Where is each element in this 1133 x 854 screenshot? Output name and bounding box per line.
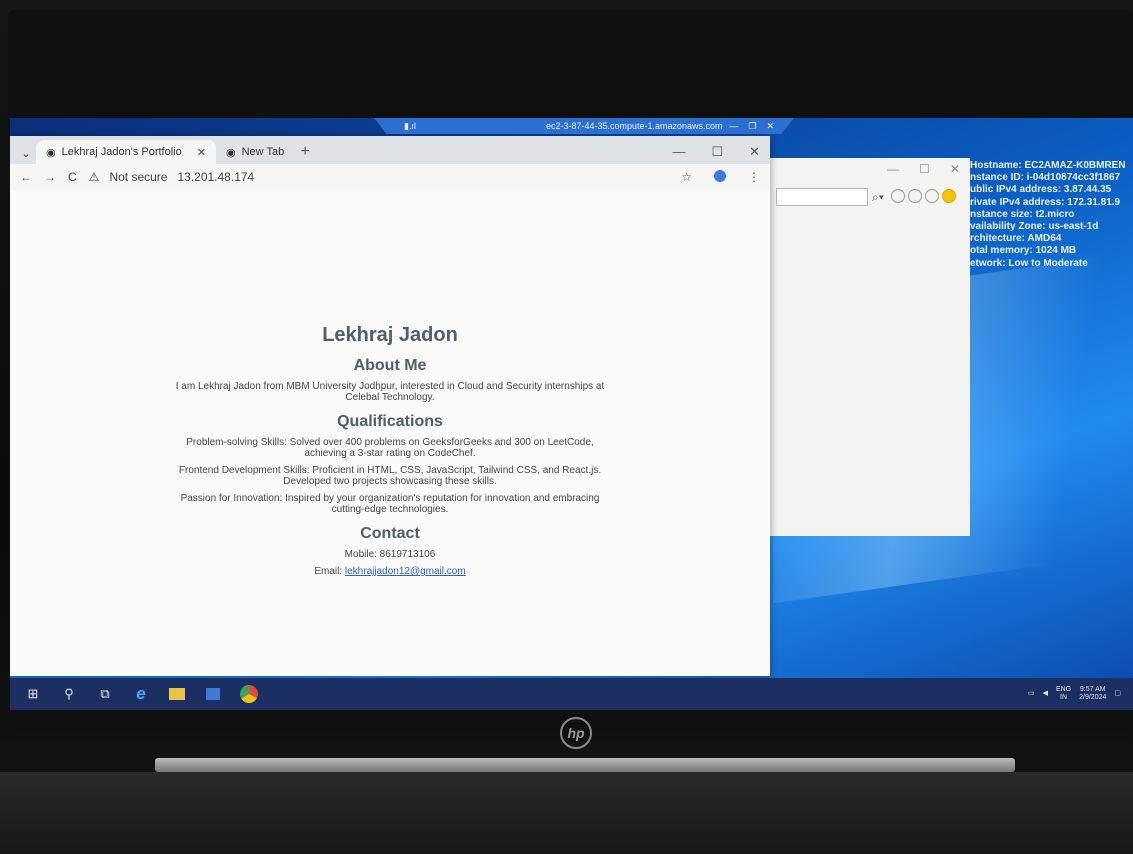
window-controls: — ☐ ✕ — [672, 140, 770, 164]
lang-code: ENG — [1055, 686, 1072, 693]
email-prefix: Email: — [314, 566, 345, 577]
signal-icon: ▮.ıl — [404, 120, 416, 131]
rdp-host-title: ec2-3-87-44-35.compute-1.amazonaws.com — [545, 121, 723, 131]
system-tray: ▭ ◀ ENG IN 9:57 AM 2/9/2024 ▢ — [1028, 686, 1121, 702]
info-line: nstance ID: i-04d10874cc3f1867 — [970, 172, 1121, 184]
about-text: I am Lekhraj Jadon from MBM University J… — [175, 381, 605, 403]
laptop-base — [0, 772, 1133, 854]
tab-portfolio[interactable]: ◉ Lekhraj Jadon's Portfolio ✕ — [36, 140, 216, 164]
menu-icon[interactable]: ⋮ — [748, 170, 760, 184]
remote-desktop-screen: — ☐ ✕ ⌕▾ Hostname: EC2AMAZ-K0BMREN nstan… — [10, 118, 1133, 710]
rdp-connection-bar: ▮.ıl ec2-3-87-44-35.compute-1.amazonaws.… — [374, 118, 794, 134]
forward-icon[interactable]: → — [44, 170, 56, 184]
chrome-window: ⌄ ◉ Lekhraj Jadon's Portfolio ✕ ◉ New Ta… — [10, 136, 770, 676]
language-indicator[interactable]: ENG IN — [1056, 686, 1071, 702]
close-icon[interactable]: ✕ — [766, 121, 774, 132]
qualification-item: Frontend Development Skills: Proficient … — [178, 465, 602, 487]
about-heading: About Me — [353, 357, 427, 374]
ie-address-row: ⌕▾ — [770, 186, 970, 208]
tab-new-tab[interactable]: ◉ New Tab — [216, 140, 294, 164]
tab-strip: ⌄ ◉ Lekhraj Jadon's Portfolio ✕ ◉ New Ta… — [10, 136, 770, 164]
qualification-item: Problem-solving Skills: Solved over 400 … — [186, 437, 594, 459]
info-line: rchitecture: AMD64 — [970, 233, 1062, 245]
info-line: nstance size: t2.micro — [970, 208, 1075, 220]
qualification-item: Passion for Innovation: Inspired by your… — [180, 493, 600, 515]
tab-label: Lekhraj Jadon's Portfolio — [61, 146, 182, 158]
lang-region: IN — [1060, 694, 1068, 701]
page-title: Lekhraj Jadon — [322, 324, 458, 346]
back-icon[interactable]: ← — [20, 170, 32, 184]
not-secure-icon: ⚠ — [88, 170, 100, 184]
info-line: ublic IPv4 address: 3.87.44.35 — [970, 184, 1112, 196]
minimize-icon[interactable]: — — [672, 140, 685, 164]
notifications-icon[interactable]: ▢ — [1114, 690, 1121, 698]
ie-window[interactable]: — ☐ ✕ ⌕▾ — [770, 158, 970, 536]
ie-titlebar: — ☐ ✕ — [770, 158, 970, 186]
info-line: etwork: Low to Moderate — [970, 257, 1088, 269]
tab-search-dropdown-icon[interactable]: ⌄ — [16, 142, 36, 164]
info-line: Hostname: EC2AMAZ-K0BMREN — [970, 160, 1126, 171]
security-label: Not secure — [109, 170, 168, 184]
portfolio-page: Lekhraj Jadon About Me I am Lekhraj Jado… — [10, 190, 770, 676]
browser-toolbar: ← → C ⚠ Not secure 13.201.48.174 ☆ ⋮ — [10, 164, 770, 190]
minimize-icon[interactable]: — — [887, 162, 899, 186]
laptop-hinge — [155, 758, 1015, 772]
profile-icon[interactable] — [714, 170, 726, 182]
new-tab-button[interactable]: + — [294, 140, 316, 164]
clock-time: 9:57 AM — [1079, 686, 1106, 693]
ie-toolbar-icons — [888, 188, 956, 206]
internet-explorer-icon[interactable]: e — [132, 684, 150, 703]
info-line: vailability Zone: us-east-1d — [970, 221, 1099, 233]
ie-address-bar[interactable] — [776, 188, 868, 206]
laptop: — ☐ ✕ ⌕▾ Hostname: EC2AMAZ-K0BMREN nstan… — [0, 0, 1133, 854]
server-manager-icon[interactable] — [204, 686, 222, 702]
file-explorer-icon[interactable] — [168, 686, 186, 702]
network-icon[interactable]: ▭ — [1028, 690, 1035, 698]
task-view-icon[interactable]: ⧉ — [96, 686, 114, 702]
qualifications-heading: Qualifications — [337, 413, 443, 430]
maximize-icon[interactable]: ☐ — [711, 140, 723, 164]
home-icon[interactable] — [890, 188, 905, 203]
desktop-system-info: Hostname: EC2AMAZ-K0BMREN nstance ID: i-… — [970, 160, 1133, 270]
contact-heading: Contact — [360, 525, 420, 542]
restore-icon[interactable]: ❐ — [748, 121, 756, 132]
minimize-icon[interactable]: — — [729, 121, 738, 132]
volume-icon[interactable]: ◀ — [1043, 690, 1048, 698]
chrome-taskbar-icon[interactable] — [240, 685, 258, 703]
tab-label: New Tab — [241, 146, 285, 158]
clock[interactable]: 9:57 AM 2/9/2024 — [1079, 686, 1106, 702]
taskbar: ⊞ ⚲ ⧉ e ▭ ◀ ENG IN 9:57 AM 2/9/2024 ▢ — [10, 678, 1133, 710]
globe-icon: ◉ — [46, 146, 56, 159]
chrome-icon: ◉ — [226, 146, 236, 159]
search-icon[interactable]: ⚲ — [60, 686, 78, 702]
search-icon[interactable]: ⌕▾ — [872, 190, 884, 205]
email-link[interactable]: lekhrajjadon12@gmail.com — [345, 566, 466, 577]
contact-mobile: Mobile: 8619713106 — [344, 549, 436, 560]
gear-icon[interactable] — [924, 188, 939, 203]
bookmark-star-icon[interactable]: ☆ — [681, 170, 692, 184]
toolbar-actions: ☆ ⋮ — [681, 170, 760, 184]
close-tab-icon[interactable]: ✕ — [197, 146, 206, 159]
favorites-icon[interactable] — [907, 188, 922, 203]
clock-date: 2/9/2024 — [1079, 694, 1107, 701]
contact-email-row: Email: lekhrajjadon12@gmail.com — [170, 566, 610, 577]
hp-logo: hp — [560, 717, 592, 749]
url-text: 13.201.48.174 — [177, 170, 255, 184]
reload-icon[interactable]: C — [68, 170, 77, 184]
address-bar[interactable]: ⚠ Not secure 13.201.48.174 — [89, 170, 255, 184]
feedback-smiley-icon[interactable] — [941, 188, 956, 203]
info-line: rivate IPv4 address: 172.31.81.9 — [970, 196, 1121, 208]
info-line: otal memory: 1024 MB — [970, 245, 1077, 257]
close-icon[interactable]: ✕ — [749, 140, 760, 164]
maximize-icon[interactable]: ☐ — [919, 162, 930, 186]
close-icon[interactable]: ✕ — [950, 162, 960, 186]
rdp-controls: — ❐ ✕ — [729, 121, 774, 132]
start-windows-icon[interactable]: ⊞ — [24, 686, 42, 702]
